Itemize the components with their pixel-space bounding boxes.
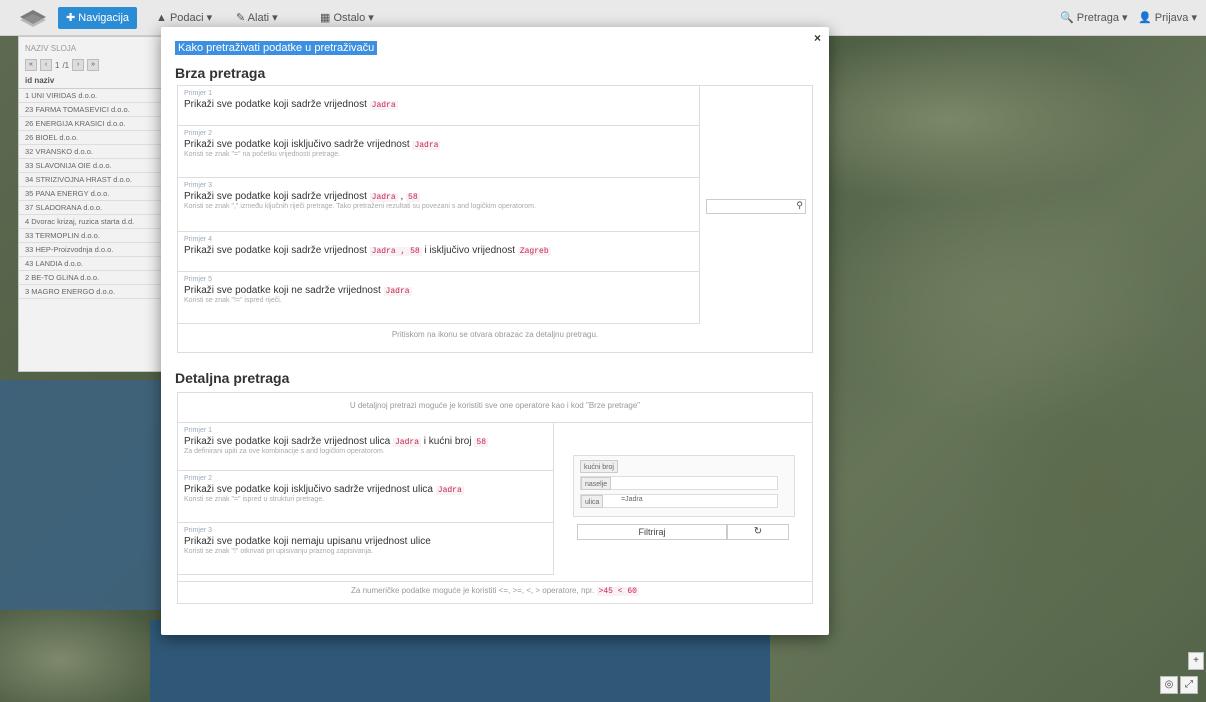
filter-tag-settlement: naselje <box>581 477 612 490</box>
quick-example-1: Primjer 1 Prikaži sve podatke koji sadrž… <box>178 86 700 126</box>
table-row[interactable]: 4 Dvorac krizaj, ruzica starta d.d. <box>19 215 165 229</box>
example-text: Prikaži sve podatke koji ne sadrže vrije… <box>184 285 412 296</box>
table-row[interactable]: 3 MAGRO ENERGO d.o.o. <box>19 285 165 299</box>
table-row[interactable]: 35 PANA ENERGY d.o.o. <box>19 187 165 201</box>
example-text: Prikaži sve podatke koji isključivo sadr… <box>184 139 441 150</box>
example-label: Primjer 1 <box>184 90 213 97</box>
example-label: Primjer 2 <box>184 130 213 137</box>
example-text: Prikaži sve podatke koji isključivo sadr… <box>184 484 464 495</box>
example-label: Primjer 1 <box>184 427 213 434</box>
quick-search-box: Primjer 1 Prikaži sve podatke koji sadrž… <box>177 85 813 353</box>
quick-example-5: Primjer 5 Prikaži sve podatke koji ne sa… <box>178 272 700 324</box>
table-row[interactable]: 37 SLADORANA d.o.o. <box>19 201 165 215</box>
panel-title: NAZIV SLOJA <box>25 44 77 53</box>
example-label: Primjer 3 <box>184 182 213 189</box>
table-row[interactable]: 33 TERMOPLIN d.o.o. <box>19 229 165 243</box>
table-header: id naziv <box>19 73 165 89</box>
nav-other-menu[interactable]: ▦ Ostalo ▾ <box>312 7 382 29</box>
example-note: Koristi se znak "!=" ispred riječi. <box>184 297 282 304</box>
example-text: Prikaži sve podatke koji sadrže vrijedno… <box>184 191 420 202</box>
table-row[interactable]: 43 LANDIA d.o.o. <box>19 257 165 271</box>
table-row[interactable]: 32 VRANSKO d.o.o. <box>19 145 165 159</box>
example-label: Primjer 5 <box>184 276 213 283</box>
next-page-button[interactable]: › <box>72 59 85 71</box>
search-help-modal: × Kako pretraživati podatke u pretraživa… <box>161 27 829 635</box>
quick-search-footer: Pritiskom na ikonu se otvara obrazac za … <box>391 330 599 339</box>
nav-search-menu[interactable]: 🔍 Pretraga ▾ <box>1052 7 1136 29</box>
example-note: Koristi se znak "," između ključnih rije… <box>184 203 536 210</box>
quick-search-title: Brza pretraga <box>175 65 266 81</box>
example-label: Primjer 2 <box>184 475 213 482</box>
map-sea-left <box>0 380 180 610</box>
quick-example-3: Primjer 3 Prikaži sve podatke koji sadrž… <box>178 178 700 232</box>
example-label: Primjer 3 <box>184 527 213 534</box>
table-row[interactable]: 23 FARMA TOMASEVICI d.o.o. <box>19 103 165 117</box>
search-input[interactable]: ⚲ <box>706 199 806 214</box>
table-row[interactable]: 26 ENERGIJA KRASICI d.o.o. <box>19 117 165 131</box>
close-icon[interactable]: × <box>814 31 821 45</box>
table-row[interactable]: 26 BIOEL d.o.o. <box>19 131 165 145</box>
filter-street-value: =Jadra <box>621 496 643 503</box>
filter-tag-street: ulica <box>581 495 604 508</box>
fullscreen-icon[interactable]: ⤢ <box>1180 676 1198 694</box>
page-current[interactable]: 1 <box>55 61 59 70</box>
example-note: Koristi se znak "=" ispred u strukturi p… <box>184 496 325 503</box>
nav-tools-menu[interactable]: ✎ Alati ▾ <box>228 7 286 29</box>
detail-search-header: U detaljnoj pretrazi moguće je koristiti… <box>178 401 812 423</box>
example-text: Prikaži sve podatke koji sadrže vrijedno… <box>184 436 488 447</box>
table-row[interactable]: 33 HEP-Proizvodnja d.o.o. <box>19 243 165 257</box>
example-text: Prikaži sve podatke koji nemaju upisanu … <box>184 536 431 547</box>
nav-data-menu[interactable]: ▲ Podaci ▾ <box>148 7 220 29</box>
example-label: Primjer 4 <box>184 236 213 243</box>
example-note: Koristi se znak "=" na početku vrijednos… <box>184 151 341 158</box>
help-link[interactable]: Kako pretraživati podatke u pretraživaču <box>175 41 378 55</box>
filter-field-street[interactable]: ulica =Jadra <box>580 494 778 508</box>
detail-search-footer: Za numeričke podatke moguće je koristiti… <box>178 581 812 596</box>
table-row[interactable]: 33 SLAVONIJA OIE d.o.o. <box>19 159 165 173</box>
first-page-button[interactable]: « <box>25 59 37 71</box>
zoom-in-button[interactable]: + <box>1188 652 1204 670</box>
nav-user-menu[interactable]: 👤 Prijava ▾ <box>1130 7 1205 29</box>
prev-page-button[interactable]: ‹ <box>40 59 52 71</box>
detail-example-3: Primjer 3 Prikaži sve podatke koji nemaj… <box>178 523 554 575</box>
panel-pager: « ‹ 1 /1 › » <box>19 57 165 73</box>
filter-field-settlement[interactable]: naselje <box>580 476 778 490</box>
locate-icon[interactable]: ◎ <box>1160 676 1178 694</box>
table-row[interactable]: 1 UNI VIRIDAS d.o.o. <box>19 89 165 103</box>
detail-example-1: Primjer 1 Prikaži sve podatke koji sadrž… <box>178 423 554 471</box>
example-note: Koristi se znak "!" otkrivati pri upisiv… <box>184 548 373 555</box>
reset-icon[interactable]: ↻ <box>727 524 789 540</box>
search-icon[interactable]: ⚲ <box>796 200 803 211</box>
quick-example-4: Primjer 4 Prikaži sve podatke koji sadrž… <box>178 232 700 272</box>
table-row[interactable]: 34 STRIZIVOJNA HRAST d.o.o. <box>19 173 165 187</box>
last-page-button[interactable]: » <box>87 59 100 71</box>
nav-navigation-button[interactable]: ✚ Navigacija <box>58 7 138 29</box>
detail-search-title: Detaljna pretraga <box>175 370 290 386</box>
page-total: /1 <box>62 60 70 70</box>
example-text: Prikaži sve podatke koji sadrže vrijedno… <box>184 245 551 256</box>
detail-example-2: Primjer 2 Prikaži sve podatke koji isklj… <box>178 471 554 523</box>
example-text: Prikaži sve podatke koji sadrže vrijedno… <box>184 99 398 110</box>
layer-data-panel: NAZIV SLOJA « ‹ 1 /1 › » id naziv 1 UNI … <box>18 36 166 372</box>
app-logo-icon[interactable] <box>16 6 50 28</box>
table-body: 1 UNI VIRIDAS d.o.o. 23 FARMA TOMASEVICI… <box>19 89 165 299</box>
table-row[interactable]: 2 BE-TO GLINA d.o.o. <box>19 271 165 285</box>
filter-form: kućni broj naselje ulica =Jadra <box>573 455 795 517</box>
quick-example-2: Primjer 2 Prikaži sve podatke koji isklj… <box>178 126 700 178</box>
filter-tag-house-number[interactable]: kućni broj <box>580 460 618 473</box>
example-note: Za definirani upiti za ove kombinacije s… <box>184 448 385 455</box>
filter-button[interactable]: Filtriraj <box>577 524 727 540</box>
